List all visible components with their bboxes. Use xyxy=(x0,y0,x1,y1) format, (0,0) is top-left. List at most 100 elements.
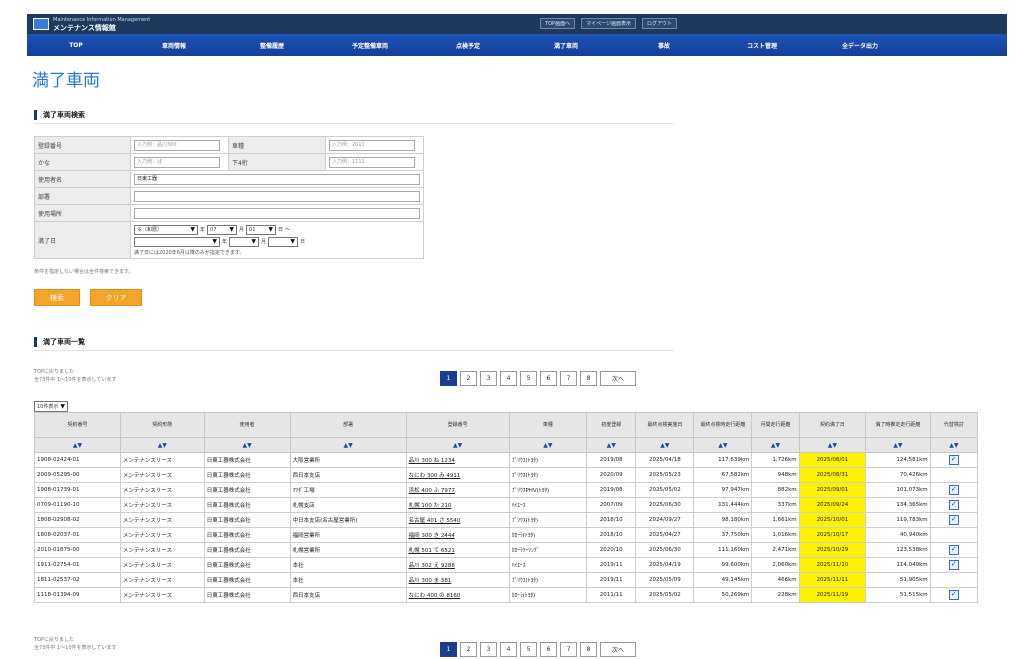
nav-vehicle-info[interactable]: 車両情報 xyxy=(125,41,223,50)
last-digits-input[interactable]: 入力例：1111 xyxy=(329,156,415,168)
page-3[interactable]: 3 xyxy=(480,371,497,386)
place-input[interactable] xyxy=(134,207,420,219)
table-cell: 51,515km xyxy=(865,587,931,603)
registration-link[interactable]: 福岡 300 き 2444 xyxy=(405,527,510,543)
sort-arrows-icon[interactable]: ▲▼ xyxy=(119,437,205,453)
checkbox-checked-icon[interactable]: ✓ xyxy=(948,455,959,465)
registration-input[interactable]: 入力例：品川300 xyxy=(134,139,220,151)
model-input[interactable]: 入力例：2011 xyxy=(329,139,415,151)
table-cell: ﾌﾟﾘｳｽ(ﾄﾖﾀ) xyxy=(508,467,588,483)
nav-all-data-export[interactable]: 全データ出力 xyxy=(811,41,909,50)
page-4[interactable]: 4 xyxy=(500,642,517,657)
top-link-top[interactable]: TOP画面へ xyxy=(540,18,576,29)
nav-top[interactable]: TOP xyxy=(27,42,125,49)
registration-link[interactable]: 品川 302 え 9288 xyxy=(405,557,510,573)
registration-link[interactable]: なにわ 400 の 8160 xyxy=(405,587,510,603)
sort-arrows-icon[interactable]: ▲▼ xyxy=(34,437,121,453)
company-input[interactable]: 日東工器 xyxy=(134,173,420,185)
sort-arrows-icon[interactable]: ▲▼ xyxy=(751,437,800,453)
page-8[interactable]: 8 xyxy=(580,642,597,657)
page-5[interactable]: 5 xyxy=(520,642,537,657)
page-7[interactable]: 7 xyxy=(560,371,577,386)
results-body: 1908-02424-01 メンテナンスリース 日東工器株式会社 大阪営業所 品川 30… xyxy=(34,452,979,603)
checkbox-checked-icon[interactable]: ✓ xyxy=(948,500,959,510)
search-section-header: 満了車両検索 xyxy=(34,110,674,124)
page-4[interactable]: 4 xyxy=(500,371,517,386)
sort-arrows-icon[interactable]: ▲▼ xyxy=(586,437,637,453)
page-7[interactable]: 7 xyxy=(560,642,577,657)
table-cell: ｶﾛｰﾗ(ﾄﾖﾀ) xyxy=(508,587,588,603)
search-form: 登録番号 入力例：品川300 車種 入力例：2011 かな 入力例：ぱ 下4桁 … xyxy=(34,136,424,259)
nav-maintenance-history[interactable]: 整備履歴 xyxy=(223,41,321,50)
department-input[interactable] xyxy=(134,190,420,202)
registration-link[interactable]: 品川 300 ま 381 xyxy=(405,572,510,588)
nav-expired-vehicles[interactable]: 満了車両 xyxy=(517,41,615,50)
registration-link[interactable]: なにわ 300 み 4911 xyxy=(405,467,510,483)
top-link-mypage[interactable]: マイページ画面表示 xyxy=(581,18,636,29)
kana-input[interactable]: 入力例：ぱ xyxy=(134,156,220,168)
page-1[interactable]: 1 xyxy=(440,371,457,386)
page-8[interactable]: 8 xyxy=(580,371,597,386)
day-select[interactable]: 01 ▼ xyxy=(246,224,277,235)
col-header: 最終点検時走行距離 xyxy=(693,412,753,438)
page-5[interactable]: 5 xyxy=(520,371,537,386)
page-6[interactable]: 6 xyxy=(540,642,557,657)
page-2[interactable]: 2 xyxy=(460,371,477,386)
table-cell: 2025/08/31 xyxy=(798,467,867,483)
table-cell: 1118-01394-09 xyxy=(34,587,121,603)
checkbox-checked-icon[interactable]: ✓ xyxy=(948,515,959,525)
sort-arrows-icon[interactable]: ▲▼ xyxy=(289,437,407,453)
chevron-down-icon: ▼ xyxy=(229,225,235,233)
page-3[interactable]: 3 xyxy=(480,642,497,657)
registration-link[interactable]: 札幌 100 た 210 xyxy=(405,497,510,513)
page-6[interactable]: 6 xyxy=(540,371,557,386)
table-cell: 1,661km xyxy=(751,512,800,528)
to-day-unit: 日 xyxy=(300,239,306,245)
sort-arrows-icon[interactable]: ▲▼ xyxy=(508,437,588,453)
page-1[interactable]: 1 xyxy=(440,642,457,657)
table-cell: 日東工器株式会社 xyxy=(203,542,291,558)
search-row-company: 使用者名 日東工器 xyxy=(34,170,424,188)
next-page-button[interactable]: 次へ xyxy=(600,642,636,657)
next-page-button[interactable]: 次へ xyxy=(600,371,636,386)
clear-button[interactable]: クリア xyxy=(90,289,142,306)
section-bar-marker xyxy=(34,110,37,120)
replacement-check-cell xyxy=(929,527,979,543)
range-separator: 〜 xyxy=(285,227,291,233)
col-header: 最終点検実施日 xyxy=(635,412,695,438)
to-month-select[interactable]: ▼ xyxy=(229,236,260,247)
month-select[interactable]: 07 ▼ xyxy=(207,224,238,235)
checkbox-checked-icon[interactable]: ✓ xyxy=(948,545,959,555)
nav-scheduled-maintenance[interactable]: 予定整備車両 xyxy=(321,41,419,50)
checkbox-checked-icon[interactable]: ✓ xyxy=(948,485,959,495)
table-row: 1908-01739-01 メンテナンスリース 日東工器株式会社 ﾏﾂﾀﾞ工場 浜松 4… xyxy=(34,482,979,498)
registration-link[interactable]: 名古屋 401 さ 5540 xyxy=(405,512,510,528)
per-page-select[interactable]: 10件表示 ▼ xyxy=(34,401,68,412)
top-link-logout[interactable]: ログアウト xyxy=(641,18,677,29)
sort-arrows-icon[interactable]: ▲▼ xyxy=(203,437,291,453)
nav-cost-management[interactable]: コスト管理 xyxy=(713,41,811,50)
app-logo[interactable]: Maintenance Information Management メンテナン… xyxy=(33,16,150,32)
sort-arrows-icon[interactable]: ▲▼ xyxy=(929,437,979,453)
table-cell: 2024/09/27 xyxy=(635,512,695,528)
era-select[interactable]: 令（和暦） ▼ xyxy=(134,224,198,235)
sort-arrows-icon[interactable]: ▲▼ xyxy=(405,437,510,453)
to-day-select[interactable]: ▼ xyxy=(268,236,299,247)
registration-link[interactable]: 札幌 501 て 6521 xyxy=(405,542,510,558)
nav-accident[interactable]: 事故 xyxy=(615,41,713,50)
sort-arrows-icon[interactable]: ▲▼ xyxy=(635,437,695,453)
table-row: 1808-02908-02 メンテナンスリース 日東工器株式会社 中日本支店(名古屋営… xyxy=(34,512,979,528)
search-button[interactable]: 検索 xyxy=(34,289,80,306)
page-2[interactable]: 2 xyxy=(460,642,477,657)
registration-link[interactable]: 品川 300 ね 1234 xyxy=(405,452,510,468)
to-era-select[interactable]: ▼ xyxy=(134,236,220,247)
registration-link[interactable]: 浜松 400 ふ 7977 xyxy=(405,482,510,498)
checkbox-checked-icon[interactable]: ✓ xyxy=(948,590,959,600)
nav-inspection-schedule[interactable]: 点検予定 xyxy=(419,41,517,50)
sort-arrows-icon[interactable]: ▲▼ xyxy=(865,437,931,453)
checkbox-checked-icon[interactable]: ✓ xyxy=(948,560,959,570)
bottom-message-line1: TOPに戻りました xyxy=(34,637,75,643)
table-cell: メンテナンスリース xyxy=(119,482,205,498)
sort-arrows-icon[interactable]: ▲▼ xyxy=(798,437,867,453)
sort-arrows-icon[interactable]: ▲▼ xyxy=(693,437,753,453)
